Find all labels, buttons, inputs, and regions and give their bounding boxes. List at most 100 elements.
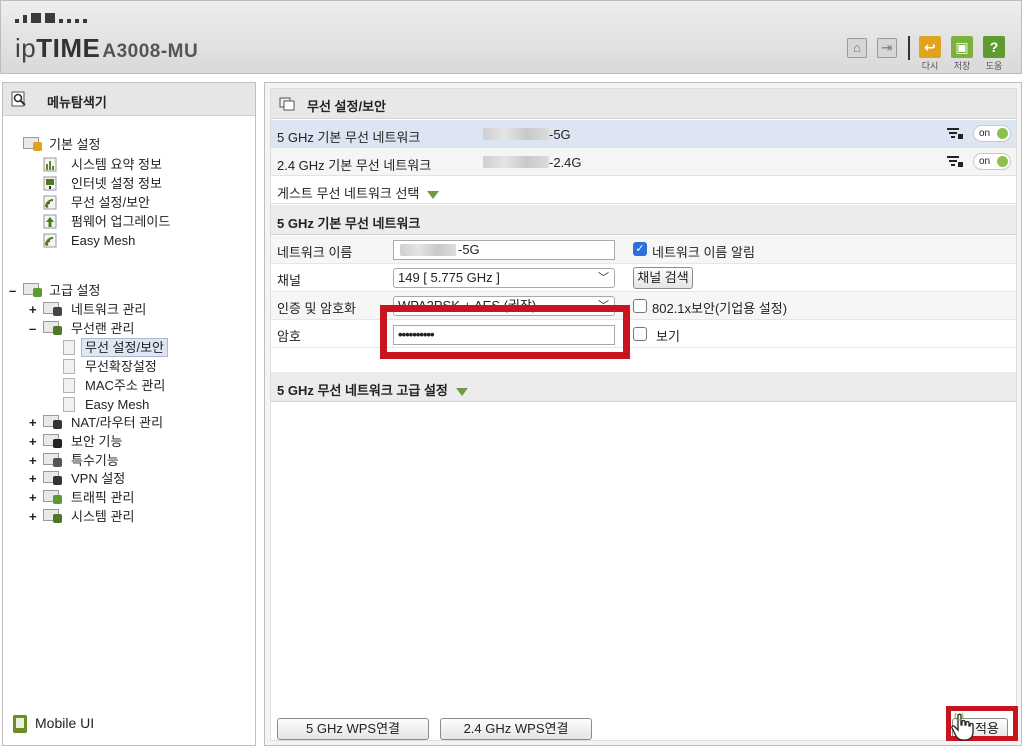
filter-lock-icon[interactable] <box>947 156 963 168</box>
guest-network-selector[interactable]: 게스트 무선 네트워크 선택 <box>271 176 1016 204</box>
network-toggle-24g[interactable]: on <box>973 153 1011 170</box>
form-row-network-name: 네트워크 이름 -5G ✓ 네트워크 이름 알림 <box>271 236 1016 264</box>
save-button[interactable]: ▣ 저장 <box>950 36 974 72</box>
tree-label: 무선 설정/보안 <box>71 195 150 210</box>
network-row-5g[interactable]: 5 GHz 기본 무선 네트워크 -5G on <box>271 120 1016 148</box>
advanced-section-label: 5 GHz 무선 네트워크 고급 설정 <box>277 380 468 399</box>
help-icon: ? <box>983 36 1005 58</box>
channel-label: 채널 <box>277 273 301 288</box>
network-row-24g[interactable]: 2.4 GHz 기본 무선 네트워크 -2.4G on <box>271 148 1016 176</box>
broadcast-checkbox[interactable]: ✓ <box>633 242 647 256</box>
advanced-section-toggle[interactable]: 5 GHz 무선 네트워크 고급 설정 <box>271 372 1016 402</box>
page-title: 무선 설정/보안 <box>307 99 386 114</box>
vpn-folder-icon <box>43 471 62 486</box>
tree-label: 시스템 요약 정보 <box>71 157 162 172</box>
reload-label: 다시 <box>921 61 939 71</box>
traffic-folder-icon <box>43 490 62 505</box>
model-name: A3008-MU <box>102 41 199 62</box>
tree-label: 무선확장설정 <box>85 359 157 374</box>
tree-label: 고급 설정 <box>49 283 101 298</box>
content-area: 무선 설정/보안 5 GHz 기본 무선 네트워크 -5G on 2.4 GHz… <box>270 88 1018 741</box>
network-name-input[interactable]: -5G <box>393 240 615 260</box>
channel-value: 149 [ 5.775 GHz ] <box>398 270 500 285</box>
logout-icon[interactable]: ⇥ <box>877 38 897 58</box>
expand-toggle[interactable]: + <box>29 488 39 507</box>
page-title-bar: 무선 설정/보안 <box>271 89 1016 119</box>
tree-label: 네트워크 관리 <box>71 302 147 317</box>
expand-toggle[interactable]: + <box>29 451 39 470</box>
toggle-state: on <box>979 128 991 139</box>
expand-toggle[interactable]: + <box>29 300 39 319</box>
page-icon <box>63 340 81 355</box>
folder-icon <box>23 137 42 152</box>
window-icon <box>279 97 295 111</box>
network-folder-icon <box>43 302 62 317</box>
wifi-icon <box>43 233 61 248</box>
tree-label: 기본 설정 <box>49 137 101 152</box>
tree-label: VPN 설정 <box>71 471 126 486</box>
page-icon <box>63 397 81 412</box>
tree-label: 인터넷 설정 정보 <box>71 176 162 191</box>
redacted-ssid <box>483 156 549 168</box>
main-panel: 무선 설정/보안 5 GHz 기본 무선 네트워크 -5G on 2.4 GHz… <box>264 82 1022 746</box>
dot1x-checkbox[interactable] <box>633 299 647 313</box>
dot1x-label: 802.1x보안(기업용 설정) <box>652 301 788 316</box>
hand-cursor-icon <box>951 713 974 741</box>
network-name-label: 네트워크 이름 <box>277 245 353 260</box>
system-folder-icon <box>43 509 62 524</box>
home-icon[interactable]: ⌂ <box>847 38 867 58</box>
show-password-label: 보기 <box>656 329 680 344</box>
password-label: 암호 <box>277 329 301 344</box>
menu-explorer-header: 메뉴탐색기 <box>3 83 255 116</box>
show-password-checkbox[interactable] <box>633 327 647 341</box>
expand-toggle[interactable]: + <box>29 507 39 526</box>
channel-select[interactable]: 149 [ 5.775 GHz ] ﹀ <box>393 268 615 288</box>
tree-label: 특수기능 <box>71 453 119 468</box>
filter-lock-icon[interactable] <box>947 128 963 140</box>
network-toggle-5g[interactable]: on <box>973 125 1011 142</box>
expand-toggle[interactable]: + <box>29 432 39 451</box>
redacted-ssid <box>400 244 456 256</box>
toggle-state: on <box>979 156 991 167</box>
collapse-toggle[interactable]: – <box>29 319 39 338</box>
help-button[interactable]: ? 도움 <box>982 36 1006 72</box>
router-folder-icon <box>43 415 62 430</box>
expand-arrow-icon <box>427 190 440 199</box>
tree-label: 시스템 관리 <box>71 509 135 524</box>
lock-folder-icon <box>43 434 62 449</box>
network-name-suffix: -5G <box>458 242 480 257</box>
reload-button[interactable]: ↩ 다시 <box>918 36 942 72</box>
special-folder-icon <box>43 453 62 468</box>
form-row-channel: 채널 149 [ 5.775 GHz ] ﹀ 채널 검색 <box>271 264 1016 292</box>
collapse-toggle[interactable]: – <box>9 281 19 300</box>
tree-label: 보안 기능 <box>71 434 123 449</box>
ssid-suffix: -2.4G <box>549 155 582 170</box>
wps-5g-button[interactable]: 5 GHz WPS연결 <box>277 718 429 740</box>
app-header: ipTIME A3008-MU ⌂ ⇥ ↩ 다시 ▣ 저장 ? 도움 <box>0 0 1022 74</box>
network-label: 2.4 GHz 기본 무선 네트워크 <box>277 158 432 173</box>
network-label: 5 GHz 기본 무선 네트워크 <box>277 130 421 145</box>
channel-scan-button[interactable]: 채널 검색 <box>633 267 693 289</box>
tree-label: NAT/라우터 관리 <box>71 415 164 430</box>
tree-label: 트래픽 관리 <box>71 490 135 505</box>
search-icon <box>11 91 26 107</box>
menu-explorer: 메뉴탐색기 기본 설정 시스템 요약 정보 인터넷 설정 정보 무선 설정/보안… <box>2 82 256 746</box>
tree-label: MAC주소 관리 <box>85 378 166 393</box>
auth-label: 인증 및 암호화 <box>277 301 356 316</box>
brand-logo: ipTIME A3008-MU <box>15 33 199 63</box>
section-5g-basic: 5 GHz 기본 무선 네트워크 <box>271 205 1016 235</box>
expand-toggle[interactable]: + <box>29 413 39 432</box>
logo-mark <box>15 13 87 23</box>
mobile-icon <box>13 715 27 734</box>
wifi-folder-icon <box>43 321 62 336</box>
tree-label-selected: 무선 설정/보안 <box>81 338 168 357</box>
chevron-down-icon: ﹀ <box>598 272 609 284</box>
mobile-ui-label: Mobile UI <box>35 715 95 731</box>
mobile-ui-link[interactable]: Mobile UI <box>13 713 95 734</box>
broadcast-label: 네트워크 이름 알림 <box>652 245 755 260</box>
wps-24g-button[interactable]: 2.4 GHz WPS연결 <box>440 718 592 740</box>
password-highlight <box>380 305 630 359</box>
guest-network-label: 게스트 무선 네트워크 선택 <box>277 183 440 202</box>
save-icon: ▣ <box>951 36 973 58</box>
expand-toggle[interactable]: + <box>29 469 39 488</box>
